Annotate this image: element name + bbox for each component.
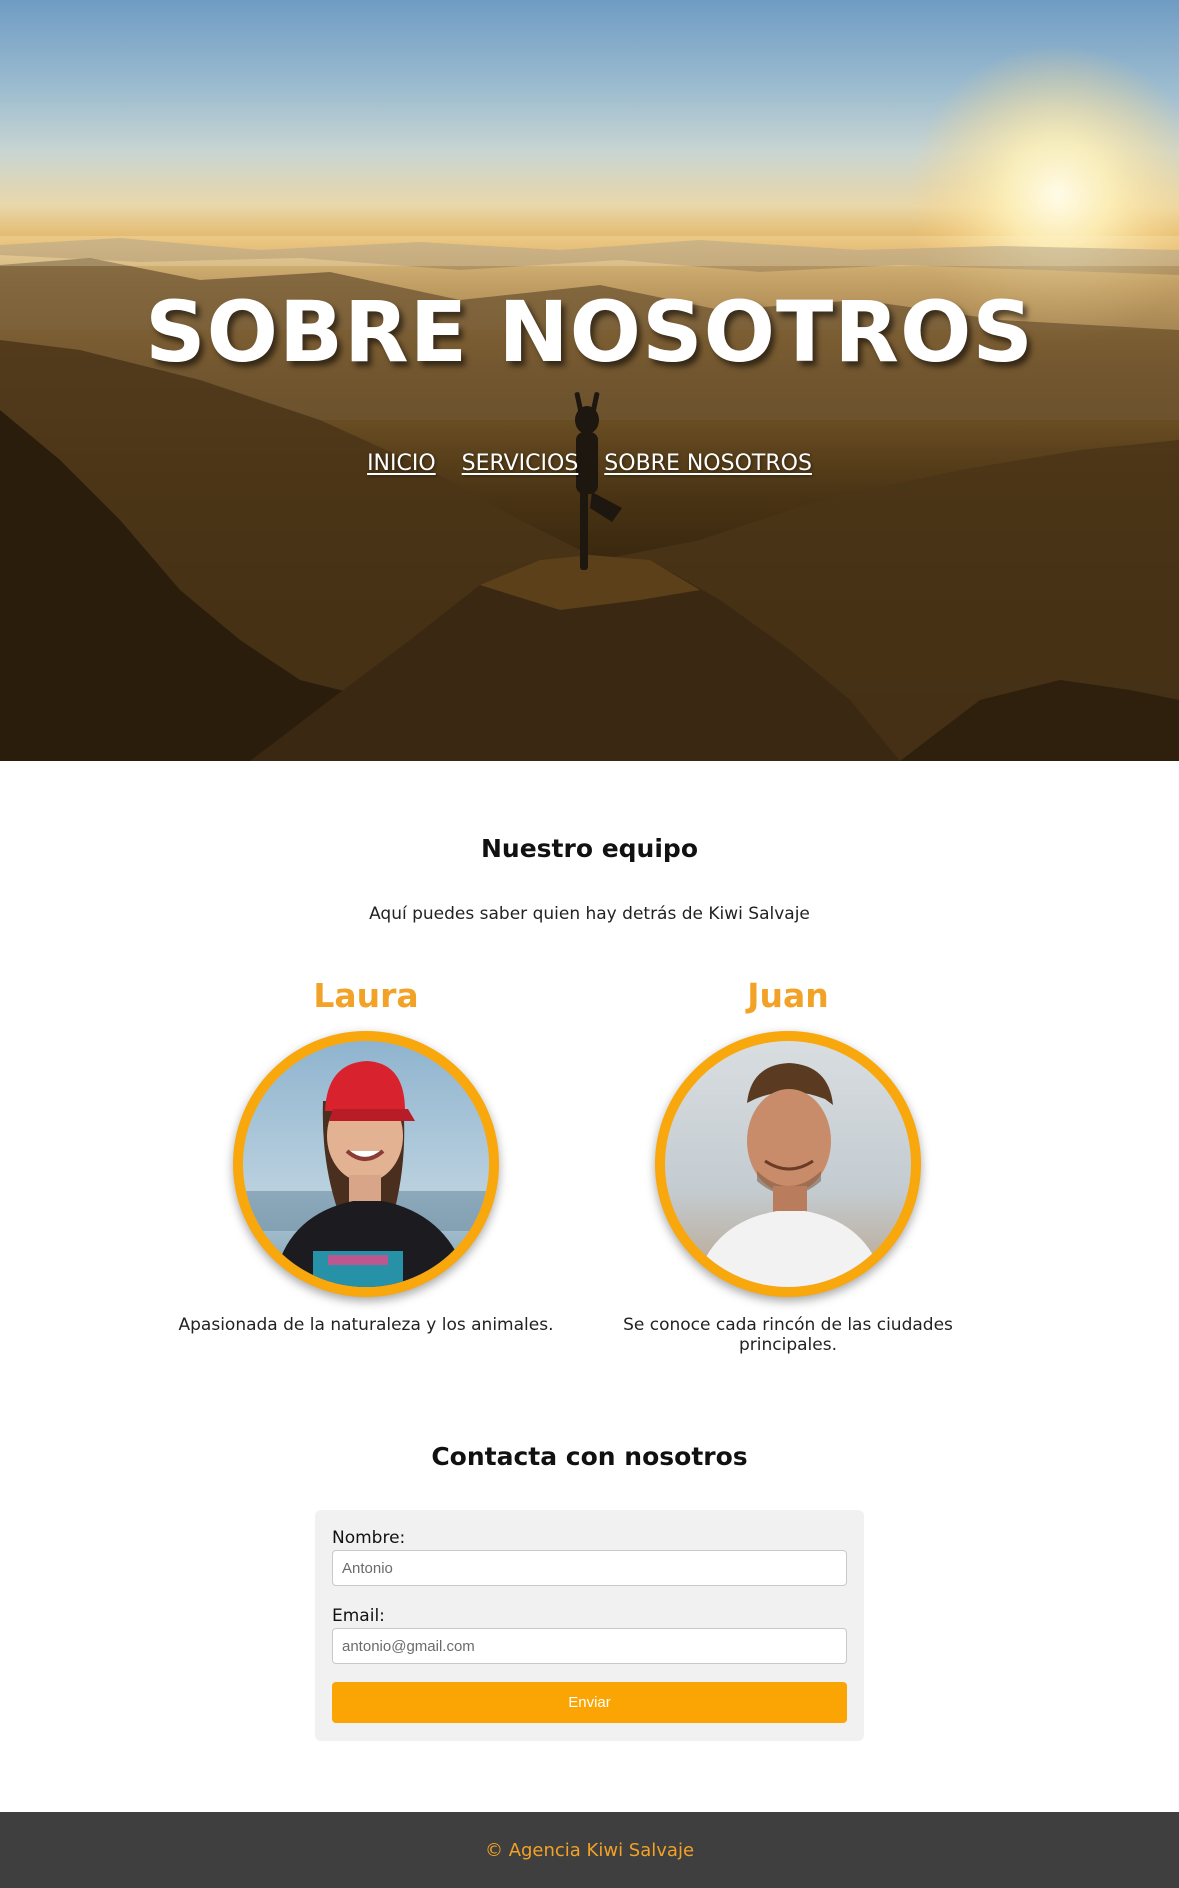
team-member-juan: Juan Se conoce cada rincón de las ciudad…	[598, 975, 978, 1355]
name-label: Nombre:	[332, 1528, 406, 1548]
team-member-laura: Laura Apasionada de la naturaleza y los …	[176, 975, 556, 1335]
contact-form: Nombre: Email: Enviar	[315, 1510, 864, 1741]
avatar	[665, 1041, 911, 1287]
team-section-title: Nuestro equipo	[480, 834, 698, 863]
member-name: Laura	[313, 976, 419, 1015]
team-section-subtitle: Aquí puedes saber quien hay detrás de Ki…	[369, 904, 810, 924]
nav-link-sobre-nosotros[interactable]: SOBRE NOSOTROS	[604, 451, 812, 476]
laura-photo	[243, 1041, 489, 1287]
juan-photo	[665, 1041, 911, 1287]
submit-button[interactable]: Enviar	[332, 1682, 847, 1723]
member-description: Se conoce cada rincón de las ciudades pr…	[623, 1315, 953, 1355]
footer: © Agencia Kiwi Salvaje	[0, 1812, 1179, 1888]
member-name: Juan	[747, 976, 829, 1015]
hero-banner: SOBRE NOSOTROS INICIO SERVICIOS SOBRE NO…	[0, 0, 1179, 761]
page-title: SOBRE NOSOTROS	[145, 283, 1034, 381]
member-description: Apasionada de la naturaleza y los animal…	[178, 1315, 554, 1335]
nav-link-servicios[interactable]: SERVICIOS	[462, 451, 579, 476]
avatar	[243, 1041, 489, 1287]
footer-copyright: © Agencia Kiwi Salvaje	[484, 1839, 695, 1861]
name-input[interactable]	[332, 1550, 847, 1586]
contact-section-title: Contacta con nosotros	[431, 1442, 748, 1471]
email-input[interactable]	[332, 1628, 847, 1664]
avatar-frame	[655, 1031, 921, 1297]
email-label: Email:	[332, 1606, 385, 1626]
avatar-frame	[233, 1031, 499, 1297]
main-nav: INICIO SERVICIOS SOBRE NOSOTROS	[0, 451, 1179, 476]
nav-link-inicio[interactable]: INICIO	[367, 451, 436, 476]
